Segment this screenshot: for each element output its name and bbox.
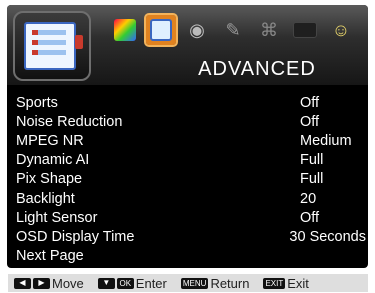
right-arrow-key-icon: ▶ [33,277,50,289]
tab-picture[interactable] [110,15,140,45]
tab-advanced[interactable] [144,13,178,47]
menu-item-label: OSD Display Time [16,228,135,245]
tab-sound[interactable]: ◉ [182,15,212,45]
menu-item-dynamic-ai[interactable]: Dynamic AI Full [16,151,366,170]
menu-item-value: Off [300,209,320,226]
help-enter-label: Enter [135,275,167,291]
down-arrow-key-icon: ▼ [97,277,115,289]
menu-item-value: Full [300,152,324,169]
menu-item-value: Full [300,171,324,188]
advanced-icon [150,19,172,41]
menu-key-icon: MENU [180,277,209,289]
document-icon [24,22,76,70]
menu-item-label: MPEG NR [16,132,84,149]
menu-item-value: 30 Seconds [289,228,366,245]
menu-item-value: 20 [300,190,317,207]
help-return-label: Return [210,275,250,291]
left-arrow-key-icon: ◀ [14,277,31,289]
settings-list: Sports Off Noise Reduction Off MPEG NR M… [16,93,366,266]
menu-header: ◉ ✎ ⌘ ☺ ADVANCED [7,5,368,85]
tv-menu-graphic-icon [13,11,91,81]
menu-item-label: Light Sensor [16,209,98,226]
menu-item-label: Sports [16,94,58,111]
tab-extra[interactable]: ☺ [326,15,356,45]
menu-item-pix-shape[interactable]: Pix Shape Full [16,170,366,189]
help-exit: EXIT Exit [263,275,309,291]
channel-icon [293,22,317,38]
menu-item-value: Off [300,94,320,111]
tab-channel[interactable] [290,15,320,45]
page-title: ADVANCED [198,58,316,80]
menu-item-label: Backlight [16,190,75,207]
tab-setup[interactable]: ✎ [218,15,248,45]
menu-item-sports[interactable]: Sports Off [16,93,366,112]
category-tabs: ◉ ✎ ⌘ ☺ [110,13,356,51]
help-move-label: Move [52,275,84,291]
exit-key-icon: EXIT [263,277,286,289]
menu-item-label: Noise Reduction [16,113,123,130]
menu-item-noise-reduction[interactable]: Noise Reduction Off [16,112,366,131]
ok-key-icon: OK [116,277,134,289]
menu-item-value: Off [300,113,320,130]
smile-icon: ☺ [331,20,351,40]
picture-icon [114,19,136,41]
osd-menu-panel: ◉ ✎ ⌘ ☺ ADVANCED Sports Off Noise Reduct… [7,5,368,268]
help-enter: ▼ OK Enter [97,275,167,291]
help-return: MENU Return [180,275,250,291]
menu-item-mpeg-nr[interactable]: MPEG NR Medium [16,131,366,150]
help-bar: ◀ ▶ Move ▼ OK Enter MENU Return EXIT Exi… [8,274,368,292]
help-move: ◀ ▶ Move [14,276,84,291]
menu-item-label: Dynamic AI [16,152,90,169]
setup-icon: ✎ [225,20,241,40]
menu-item-label: Pix Shape [16,171,83,188]
help-exit-label: Exit [287,275,309,291]
menu-item-next-page[interactable]: Next Page [16,247,366,266]
menu-item-value: Medium [300,132,352,149]
tab-lock[interactable]: ⌘ [254,15,284,45]
menu-item-osd-display-time[interactable]: OSD Display Time 30 Seconds [16,227,366,246]
lock-icon: ⌘ [260,20,278,40]
menu-item-backlight[interactable]: Backlight 20 [16,189,366,208]
menu-item-label: Next Page [16,248,84,265]
sound-icon: ◉ [189,20,205,40]
menu-item-light-sensor[interactable]: Light Sensor Off [16,208,366,227]
